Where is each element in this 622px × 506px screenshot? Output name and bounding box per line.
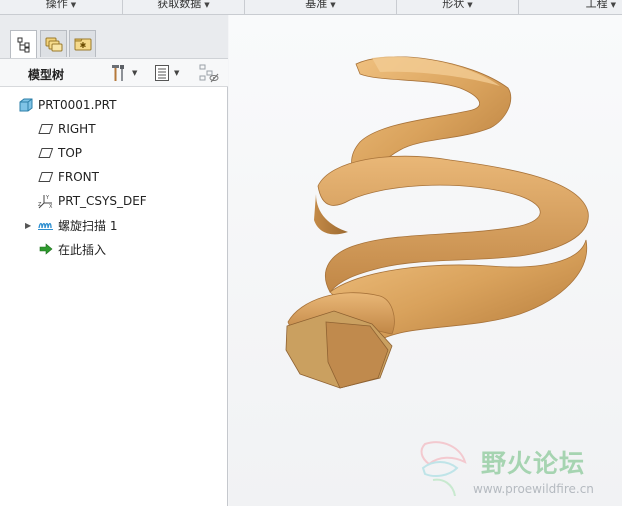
tree-item-label: PRT0001.PRT [38, 98, 117, 112]
tree-item-label: RIGHT [58, 122, 96, 136]
svg-text:✱: ✱ [79, 41, 86, 50]
datum-plane-icon [38, 169, 54, 185]
favorites-icon: ✱ [74, 38, 91, 51]
ribbon-group-datum[interactable]: 基准 ▼ [245, 0, 397, 15]
svg-text:Y: Y [45, 195, 50, 201]
watermark-forum-name: 野火论坛 [481, 449, 586, 478]
tree-filters-button[interactable] [198, 63, 220, 83]
chevron-down-icon: ▼ [132, 69, 138, 77]
tree-item-label: 螺旋扫描 1 [58, 218, 118, 233]
navigator-tabs: ✱ [0, 15, 228, 59]
logo-watermark-icon [420, 441, 467, 497]
model-tree-icon [17, 37, 29, 52]
ribbon-group-label: 工程 [585, 0, 608, 10]
chevron-down-icon: ▼ [204, 1, 210, 9]
chevron-down-icon: ▼ [174, 69, 180, 77]
tree-item-label: FRONT [58, 170, 99, 184]
list-columns-icon [155, 65, 169, 81]
ribbon-group-operations[interactable]: 操作 ▼ [0, 0, 123, 15]
tools-icon [112, 65, 124, 81]
tree-item-front[interactable]: FRONT [38, 167, 99, 187]
chevron-down-icon: ▼ [70, 1, 77, 9]
insert-here-arrow-icon [38, 241, 54, 257]
svg-text:X: X [49, 204, 53, 209]
graphics-window[interactable] [229, 15, 622, 506]
helical-sweep-3d-model[interactable] [229, 15, 622, 506]
part-icon [18, 97, 34, 113]
tree-item-insert-here[interactable]: 在此插入 [38, 239, 106, 259]
chevron-down-icon: ▼ [610, 1, 616, 9]
folder-browser-icon [45, 37, 62, 52]
ribbon-group-bar: 操作 ▼ 获取数据 ▼ 基准 ▼ 形状 ▼ 工程 ▼ [0, 0, 622, 15]
favorites-tab[interactable]: ✱ [69, 30, 96, 57]
ribbon-group-label: 形状 [442, 0, 465, 10]
ribbon-group-label: 获取数据 [157, 0, 202, 10]
tree-filter-icon [199, 64, 219, 83]
tree-item-label: PRT_CSYS_DEF [58, 194, 147, 208]
ribbon-group-get-data[interactable]: 获取数据 ▼ [123, 0, 245, 15]
ribbon-group-shapes[interactable]: 形状 ▼ [397, 0, 519, 15]
ribbon-group-label: 操作 [45, 0, 68, 10]
ribbon-group-label: 基准 [305, 0, 328, 10]
tree-item-right[interactable]: RIGHT [38, 119, 96, 139]
model-tree-title: 模型树 [28, 68, 65, 82]
model-tree-toolbar: 模型树 ▼ ▼ [0, 59, 228, 87]
tree-item-label: TOP [58, 146, 83, 160]
chevron-down-icon: ▼ [330, 1, 336, 9]
watermark-url: www.proewildfire.cn [473, 482, 594, 496]
settings-tools-button[interactable]: ▼ [110, 63, 137, 83]
svg-text:Z: Z [38, 202, 42, 208]
tree-item-csys[interactable]: Y X Z PRT_CSYS_DEF [38, 191, 147, 211]
tree-item-top[interactable]: TOP [38, 143, 82, 163]
tree-item-part[interactable]: PRT0001.PRT [18, 95, 116, 115]
csys-icon: Y X Z [38, 193, 54, 209]
chevron-down-icon: ▼ [467, 1, 473, 9]
tree-item-label: 在此插入 [58, 242, 107, 257]
helical-sweep-icon [38, 217, 54, 233]
datum-plane-icon [38, 121, 54, 137]
tree-item-helical-sweep[interactable]: 螺旋扫描 1 [38, 215, 117, 235]
datum-plane-icon [38, 145, 54, 161]
show-columns-button[interactable]: ▼ [154, 63, 179, 83]
folder-browser-tab[interactable] [40, 30, 67, 57]
ribbon-group-engineering[interactable]: 工程 ▼ [519, 0, 622, 15]
expand-triangle-icon[interactable]: ▶ [25, 221, 31, 230]
navigator-panel: ✱ 模型树 ▼ ▼ PRT0001.PRT RIGHT TOP FRONT Y … [0, 15, 228, 506]
model-tree-tab[interactable] [10, 30, 37, 58]
